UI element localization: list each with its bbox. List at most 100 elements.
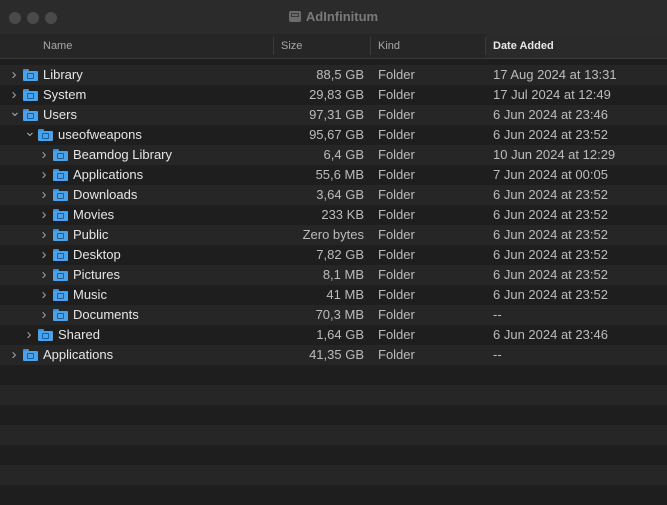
file-size: 6,4 GB <box>323 147 364 162</box>
disclosure-collapsed-icon[interactable]: › <box>24 325 34 345</box>
date-added: 17 Jul 2024 at 12:49 <box>493 87 611 102</box>
disclosure-expanded-icon[interactable]: ⌄ <box>9 101 21 121</box>
file-name: useofweapons <box>58 127 142 142</box>
file-size: 97,31 GB <box>309 107 364 122</box>
file-size: 8,1 MB <box>322 267 364 282</box>
date-added: -- <box>493 307 502 322</box>
file-size: 70,3 MB <box>315 307 364 322</box>
empty-row <box>0 365 667 385</box>
file-name: Desktop <box>73 247 121 262</box>
file-kind: Folder <box>378 327 415 342</box>
table-row[interactable]: › Beamdog Library 6,4 GB Folder 10 Jun 2024 … <box>0 145 667 165</box>
file-kind: Folder <box>378 267 415 282</box>
file-name: Downloads <box>73 187 138 202</box>
date-added: 6 Jun 2024 at 23:52 <box>493 267 608 282</box>
date-added: 6 Jun 2024 at 23:52 <box>493 287 608 302</box>
file-kind: Folder <box>378 187 415 202</box>
folder-icon <box>53 169 68 181</box>
file-name: Applications <box>73 167 144 182</box>
table-row[interactable]: › Music 41 MB Folder 6 Jun 2024 at 23:52 <box>0 285 667 305</box>
window-title: AdInfinitum <box>0 9 667 24</box>
file-kind: Folder <box>378 207 415 222</box>
file-kind: Folder <box>378 307 415 322</box>
table-row[interactable]: › Applications 41,35 GB Folder -- <box>0 345 667 365</box>
table-row[interactable]: › Documents 70,3 MB Folder -- <box>0 305 667 325</box>
date-added: 6 Jun 2024 at 23:52 <box>493 227 608 242</box>
file-size: 1,64 GB <box>316 327 364 342</box>
folder-icon <box>53 229 68 241</box>
table-row[interactable]: › Public Zero bytes Folder 6 Jun 2024 at 23:… <box>0 225 667 245</box>
table-row[interactable]: › Pictures 8,1 MB Folder 6 Jun 2024 at 23:52 <box>0 265 667 285</box>
file-name: Users <box>43 107 77 122</box>
disclosure-expanded-icon[interactable]: ⌄ <box>24 121 36 141</box>
date-added: 6 Jun 2024 at 23:52 <box>493 247 608 262</box>
file-kind: Folder <box>378 167 415 182</box>
folder-icon <box>38 329 53 341</box>
column-header-name[interactable]: Name <box>43 34 72 58</box>
folder-icon <box>23 89 38 101</box>
table-row[interactable]: › Movies 233 KB Folder 6 Jun 2024 at 23:52 <box>0 205 667 225</box>
disclosure-collapsed-icon[interactable]: › <box>39 165 49 185</box>
folder-icon <box>53 289 68 301</box>
folder-icon <box>53 189 68 201</box>
disclosure-collapsed-icon[interactable]: › <box>39 185 49 205</box>
table-row[interactable]: ⌄ Users 97,31 GB Folder 6 Jun 2024 at 23:46 <box>0 103 667 125</box>
date-added: 6 Jun 2024 at 23:52 <box>493 127 608 142</box>
file-name: Pictures <box>73 267 120 282</box>
date-added: 10 Jun 2024 at 12:29 <box>493 147 616 162</box>
folder-icon <box>53 269 68 281</box>
file-name: Movies <box>73 207 115 222</box>
empty-row <box>0 485 667 505</box>
file-size: 41,35 GB <box>309 347 364 362</box>
folder-icon <box>38 129 53 141</box>
table-row[interactable]: › Library 88,5 GB Folder 17 Aug 2024 at 13:3… <box>0 65 667 85</box>
file-kind: Folder <box>378 107 415 122</box>
disclosure-collapsed-icon[interactable]: › <box>39 145 49 165</box>
table-row[interactable]: ⌄ useofweapons 95,67 GB Folder 6 Jun 2024 at… <box>0 123 667 145</box>
table-row[interactable]: › Desktop 7,82 GB Folder 6 Jun 2024 at 23:52 <box>0 245 667 265</box>
column-divider[interactable] <box>370 37 371 55</box>
column-header-kind[interactable]: Kind <box>378 34 400 58</box>
disclosure-collapsed-icon[interactable]: › <box>39 245 49 265</box>
file-size: 95,67 GB <box>309 127 364 142</box>
file-name: Beamdog Library <box>73 147 172 162</box>
folder-icon <box>23 109 38 121</box>
folder-icon <box>53 149 68 161</box>
table-row[interactable]: › Applications 55,6 MB Folder 7 Jun 2024 at … <box>0 165 667 185</box>
empty-row <box>0 405 667 425</box>
folder-icon <box>53 249 68 261</box>
folder-icon <box>53 309 68 321</box>
column-divider[interactable] <box>273 37 274 55</box>
file-name: Documents <box>73 307 139 322</box>
date-added: 6 Jun 2024 at 23:52 <box>493 187 608 202</box>
file-name: Applications <box>43 347 114 362</box>
disclosure-collapsed-icon[interactable]: › <box>39 205 49 225</box>
disclosure-collapsed-icon[interactable]: › <box>39 265 49 285</box>
file-name: Public <box>73 227 109 242</box>
file-name: Shared <box>58 327 100 342</box>
date-added: 6 Jun 2024 at 23:46 <box>493 327 608 342</box>
window-title-text: AdInfinitum <box>305 9 379 24</box>
disclosure-collapsed-icon[interactable]: › <box>9 65 19 85</box>
disclosure-collapsed-icon[interactable]: › <box>39 285 49 305</box>
column-header-size[interactable]: Size <box>281 34 302 58</box>
file-name: System <box>43 87 87 102</box>
file-kind: Folder <box>378 127 415 142</box>
file-list: › Library 88,5 GB Folder 17 Aug 2024 at 13:3… <box>0 65 667 365</box>
table-row[interactable]: › Shared 1,64 GB Folder 6 Jun 2024 at 23:46 <box>0 325 667 345</box>
file-kind: Folder <box>378 347 415 362</box>
folder-icon <box>23 349 38 361</box>
table-row[interactable]: › Downloads 3,64 GB Folder 6 Jun 2024 at 23:… <box>0 185 667 205</box>
table-row[interactable]: › System 29,83 GB Folder 17 Jul 2024 at 12:4… <box>0 85 667 105</box>
file-size: 41 MB <box>326 287 364 302</box>
file-size: 7,82 GB <box>316 247 364 262</box>
empty-row <box>0 425 667 445</box>
disclosure-collapsed-icon[interactable]: › <box>39 305 49 325</box>
disclosure-collapsed-icon[interactable]: › <box>39 225 49 245</box>
column-header-date-added[interactable]: Date Added <box>486 34 667 58</box>
file-size: 88,5 GB <box>316 67 364 82</box>
disclosure-collapsed-icon[interactable]: › <box>9 345 19 365</box>
empty-row <box>0 465 667 485</box>
column-header-bar: Name Size Kind Date Added <box>0 34 667 59</box>
empty-row <box>0 385 667 405</box>
